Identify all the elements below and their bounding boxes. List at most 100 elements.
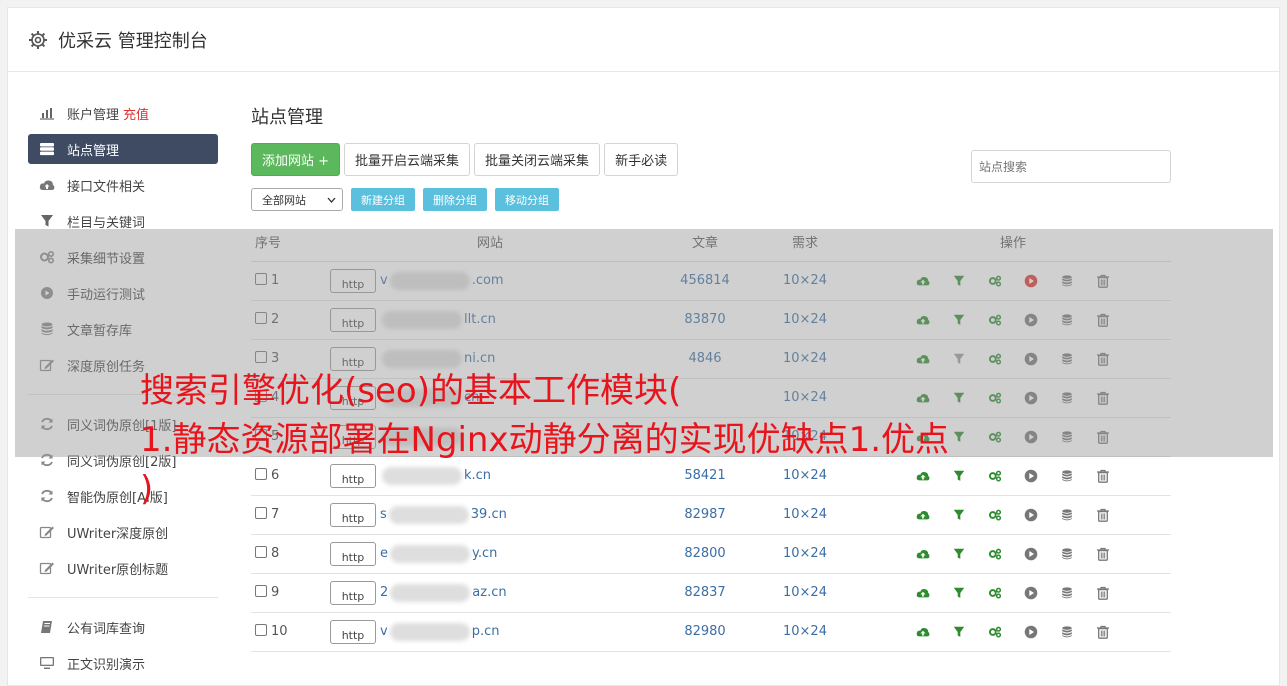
http-badge: http <box>330 580 376 605</box>
table-row: 9 http 2 az.cn 82837 10×24 <box>251 573 1171 613</box>
batch-open-cloud-button[interactable]: 批量开启云端采集 <box>344 143 471 176</box>
book-icon <box>38 620 56 634</box>
header: 优采云 管理控制台 <box>8 8 1279 72</box>
sidebar-item-cloud-upload[interactable]: 接口文件相关 <box>28 170 218 200</box>
new-group-button[interactable]: 新建分组 <box>351 188 415 211</box>
domain-prefix: v <box>380 624 388 639</box>
row-number-cell: 10 <box>251 612 325 652</box>
cloud-upload-icon[interactable] <box>916 547 930 561</box>
filter-icon <box>38 214 56 228</box>
article-count[interactable]: 82837 <box>655 573 755 613</box>
app-title: 优采云 管理控制台 <box>58 30 208 52</box>
gears-icon[interactable] <box>988 586 1002 600</box>
site-search-input[interactable] <box>971 150 1171 183</box>
table-row: 10 http v p.cn 82980 10×24 <box>251 612 1171 652</box>
sidebar-item-monitor[interactable]: 正文识别演示 <box>28 648 218 678</box>
sidebar-divider <box>28 597 218 598</box>
ops-cell <box>855 612 1171 652</box>
redacted-blur <box>390 544 470 563</box>
add-site-button[interactable]: 添加网站 + <box>251 143 341 176</box>
edit-icon <box>38 561 56 575</box>
site-cell: http 2 az.cn <box>325 573 655 613</box>
demand-value[interactable]: 10×24 <box>755 612 855 652</box>
site-domain[interactable]: e y.cn <box>380 544 498 563</box>
gear-icon <box>29 30 47 49</box>
database-icon[interactable] <box>1060 586 1074 600</box>
row-number: 10 <box>271 624 288 639</box>
recharge-badge[interactable]: 充值 <box>123 104 149 123</box>
cloud-upload-icon <box>38 178 56 192</box>
http-badge: http <box>330 541 376 566</box>
sidebar-item-server[interactable]: 站点管理 <box>28 134 218 164</box>
filter-icon[interactable] <box>952 625 966 639</box>
filter-icon[interactable] <box>952 586 966 600</box>
domain-suffix: p.cn <box>471 624 500 639</box>
site-cell: http e y.cn <box>325 534 655 574</box>
play-icon[interactable] <box>1024 625 1038 639</box>
bar-chart-icon <box>38 106 56 120</box>
sidebar-item-book[interactable]: 公有词库查询 <box>28 612 218 642</box>
row-number-cell: 8 <box>251 534 325 574</box>
sidebar-item-label: UWriter原创标题 <box>67 562 169 578</box>
sidebar-item-label: 账户管理 <box>67 107 120 123</box>
domain-suffix: y.cn <box>472 546 498 561</box>
trash-icon[interactable] <box>1096 625 1110 639</box>
play-icon[interactable] <box>1024 547 1038 561</box>
group-controls: 全部网站 新建分组 删除分组 移动分组 <box>251 188 1176 211</box>
ops-cell <box>855 573 1171 613</box>
demand-value[interactable]: 10×24 <box>755 573 855 613</box>
cloud-upload-icon[interactable] <box>916 586 930 600</box>
overlay-headline: 搜索引擎优化(seo)的基本工作模块( 1.静态资源部署在Nginx动静分离的实… <box>140 367 1170 514</box>
domain-suffix: az.cn <box>472 585 507 600</box>
database-icon[interactable] <box>1060 625 1074 639</box>
site-domain[interactable]: 2 az.cn <box>380 583 507 602</box>
sidebar-item-edit[interactable]: UWriter深度原创 <box>28 517 218 547</box>
site-domain[interactable]: v p.cn <box>380 622 500 641</box>
batch-close-cloud-button[interactable]: 批量关闭云端采集 <box>474 143 601 176</box>
monitor-icon <box>38 656 56 670</box>
database-icon[interactable] <box>1060 547 1074 561</box>
row-checkbox[interactable] <box>255 585 267 597</box>
sidebar-item-label: 公有词库查询 <box>67 621 146 637</box>
trash-icon[interactable] <box>1096 547 1110 561</box>
domain-prefix: e <box>380 546 388 561</box>
group-select[interactable]: 全部网站 <box>251 188 343 211</box>
domain-prefix: 2 <box>380 585 389 600</box>
row-number: 8 <box>271 546 280 561</box>
headline-line-3: ) <box>140 469 154 509</box>
row-checkbox[interactable] <box>255 624 267 636</box>
sidebar-item-label: 接口文件相关 <box>67 179 146 195</box>
row-number-cell: 9 <box>251 573 325 613</box>
filter-icon[interactable] <box>952 547 966 561</box>
gears-icon[interactable] <box>988 547 1002 561</box>
headline-line-2: 1.静态资源部署在Nginx动静分离的实现优缺点1.优点 <box>140 420 950 460</box>
guide-button[interactable]: 新手必读 <box>604 143 679 176</box>
trash-icon[interactable] <box>1096 586 1110 600</box>
sidebar-item-label: UWriter深度原创 <box>67 526 169 542</box>
page-title: 站点管理 <box>251 107 323 128</box>
cloud-upload-icon[interactable] <box>916 625 930 639</box>
server-icon <box>38 142 56 156</box>
sidebar-item-label: 正文识别演示 <box>67 657 146 673</box>
play-icon[interactable] <box>1024 586 1038 600</box>
group-select-value: 全部网站 <box>262 193 306 207</box>
refresh-icon <box>38 489 56 503</box>
article-count[interactable]: 82980 <box>655 612 755 652</box>
redacted-blur <box>389 622 470 641</box>
http-badge: http <box>330 619 376 644</box>
headline-line-1: 搜索引擎优化(seo)的基本工作模块( <box>140 371 682 411</box>
table-row: 8 http e y.cn 82800 10×24 <box>251 534 1171 574</box>
delete-group-button[interactable]: 删除分组 <box>423 188 487 211</box>
site-cell: http v p.cn <box>325 612 655 652</box>
chevron-down-icon <box>327 197 336 203</box>
demand-value[interactable]: 10×24 <box>755 534 855 574</box>
gears-icon[interactable] <box>988 625 1002 639</box>
sidebar-item-edit[interactable]: UWriter原创标题 <box>28 553 218 583</box>
sidebar-item-label: 栏目与关键词 <box>67 215 146 231</box>
sidebar-item-bar-chart[interactable]: 账户管理 充值 <box>28 98 218 128</box>
sidebar-item-label: 站点管理 <box>67 143 120 159</box>
row-checkbox[interactable] <box>255 546 267 558</box>
row-number: 9 <box>271 585 280 600</box>
move-group-button[interactable]: 移动分组 <box>495 188 559 211</box>
article-count[interactable]: 82800 <box>655 534 755 574</box>
